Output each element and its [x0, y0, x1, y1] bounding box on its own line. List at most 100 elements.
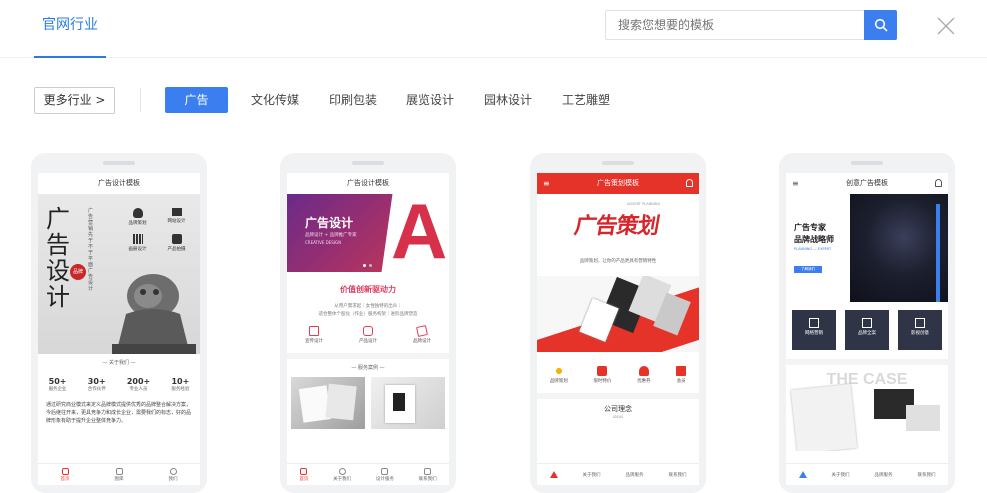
- headline: 价值创新驱动力: [340, 285, 396, 294]
- carousel-dot: [369, 264, 372, 267]
- stats-row: 50+ 服务企业 30+ 合作伙伴 200+ 专业人员 10+ 服务经验: [38, 377, 200, 392]
- nav-about[interactable]: 关于我们: [333, 467, 351, 482]
- chip-culture-media[interactable]: 文化传媒: [244, 87, 306, 113]
- template-card-2[interactable]: 广告设计模板 广告设计 品牌设计 + 品牌推广专家 CREATIVE DESIG…: [280, 153, 456, 493]
- feature-tile[interactable]: 品牌全案: [845, 310, 889, 350]
- phone-speaker: [352, 161, 384, 165]
- chip-garden-design[interactable]: 园林设计: [477, 87, 539, 113]
- hero: 广告专家 品牌战略师 PLANNING — EXPERT 了解我们: [786, 194, 948, 302]
- hero-caption: 广告营销先于不于平面广告设计: [88, 208, 94, 292]
- chip-exhibition-design[interactable]: 展览设计: [399, 87, 461, 113]
- case-heading: THE CASE: [826, 371, 908, 388]
- section-title: 公司理念: [604, 405, 632, 413]
- template-title: 广告设计模板: [347, 179, 389, 187]
- menu-icon[interactable]: ≡: [792, 173, 799, 194]
- template-card-3[interactable]: ≡ 广告策划模板 广告策划 ADVERT PLANNING 品牌策划，让你的产品…: [530, 153, 706, 493]
- template-card-1[interactable]: 广告设计模板 广告设计 品牌 广告营销先于不于平面广告设计 品牌策划 网站设计 …: [31, 153, 207, 493]
- service-item[interactable]: 品牌设计: [413, 325, 431, 344]
- case-section: THE CASE: [786, 365, 948, 451]
- accent-bar: [936, 204, 940, 302]
- nav-contact[interactable]: 联系我们: [419, 467, 437, 482]
- nav-about[interactable]: 我们: [169, 467, 178, 482]
- user-icon[interactable]: [935, 179, 942, 187]
- top-bar: 官网行业: [0, 0, 987, 58]
- hero-subtitle: 品牌策划，让你的产品更具有营销特性: [579, 259, 657, 264]
- banner-subtitle-en: CREATIVE DESIGN: [305, 240, 342, 245]
- template-preview: 广告设计模板 广告设计 品牌设计 + 品牌推广专家 CREATIVE DESIG…: [287, 173, 449, 485]
- template-card-4[interactable]: ≡ 创意广告模板 广告专家 品牌战略师 PLANNING — EXPERT 了解…: [779, 153, 955, 493]
- tab-official-industry[interactable]: 官网行业: [34, 14, 106, 58]
- hero: 广告策划 ADVERT PLANNING 品牌策划，让你的产品更具有营销特性: [537, 194, 699, 276]
- menu-icon[interactable]: ≡: [543, 173, 550, 194]
- phone-speaker: [103, 161, 135, 165]
- feature-tile[interactable]: 网络营销: [792, 310, 836, 350]
- service-item[interactable]: 产品设计: [359, 326, 377, 344]
- search-input[interactable]: [606, 11, 864, 39]
- hero-title: 品牌战略师: [794, 235, 834, 244]
- template-preview: 广告设计模板 广告设计 品牌 广告营销先于不于平面广告设计 品牌策划 网站设计 …: [38, 173, 200, 485]
- close-icon[interactable]: [936, 16, 956, 36]
- nav-home[interactable]: 首页: [299, 467, 308, 482]
- feature-tile[interactable]: 影视创意: [898, 310, 942, 350]
- user-icon[interactable]: [686, 179, 693, 187]
- search-icon: [874, 18, 887, 32]
- chip-advertising[interactable]: 广告: [165, 87, 228, 113]
- icon-limited-offer[interactable]: 限时特价: [593, 366, 611, 384]
- home-icon[interactable]: [549, 471, 558, 478]
- hero-icon-grid: 品牌策划 网站设计 画册设计 产品拍摄: [118, 208, 196, 252]
- carousel-dot: [363, 264, 366, 267]
- more-industries-button[interactable]: 更多行业 >: [34, 87, 115, 114]
- phone-speaker: [602, 161, 634, 165]
- case-image: [790, 384, 858, 451]
- icon-coupon[interactable]: 优惠券: [637, 366, 651, 384]
- divider: [140, 88, 141, 112]
- nav-brand-service[interactable]: 品牌服务: [626, 472, 644, 478]
- banner: 广告设计 品牌设计 + 品牌推广专家 CREATIVE DESIGN A: [287, 194, 449, 272]
- template-title: ≡ 创意广告模板: [786, 173, 948, 194]
- icon-member[interactable]: 会员: [676, 366, 687, 384]
- nav-contact[interactable]: 联系我们: [669, 472, 687, 478]
- nav-about[interactable]: 关于我们: [583, 472, 601, 478]
- hero-title: 广告专家: [794, 223, 826, 232]
- home-icon[interactable]: [798, 471, 807, 478]
- icon-web-design: 网站设计: [157, 208, 196, 226]
- nav-contact[interactable]: 联系我们: [918, 472, 936, 478]
- icon-brochure-design: 画册设计: [118, 234, 157, 252]
- case-image: [371, 377, 445, 429]
- case-label: — 服务案例 —: [351, 365, 385, 371]
- nav-brand-service[interactable]: 品牌服务: [875, 472, 893, 478]
- hero-image: 广告设计 品牌 广告营销先于不于平面广告设计 品牌策划 网站设计 画册设计 产品…: [38, 194, 200, 354]
- case-image: [291, 377, 365, 429]
- lion-statue-image: [112, 274, 196, 354]
- service-item[interactable]: 宣传设计: [305, 326, 323, 344]
- hero-portrait: [850, 194, 948, 302]
- learn-more-button[interactable]: 了解我们: [794, 266, 822, 273]
- chip-print-packaging[interactable]: 印刷包装: [322, 87, 384, 113]
- section-gap: [287, 353, 449, 359]
- bottom-nav: 关于我们 品牌服务 联系我们: [537, 463, 699, 485]
- section-subtitle: IDEAS: [612, 415, 624, 419]
- icon-brand-planning[interactable]: 品牌策划: [550, 366, 568, 384]
- hero-en: ADVERT PLANNING: [627, 202, 661, 206]
- phone-speaker: [851, 161, 883, 165]
- icon-camera: 产品拍摄: [157, 234, 196, 252]
- banner-letter: A: [391, 194, 448, 272]
- case-gallery: [291, 377, 445, 429]
- stat: 50+ 服务企业: [48, 377, 67, 392]
- nav-design-service[interactable]: 设计服务: [376, 467, 394, 482]
- template-preview: ≡ 广告策划模板 广告策划 ADVERT PLANNING 品牌策划，让你的产品…: [537, 173, 699, 485]
- hero-en: PLANNING — EXPERT: [794, 247, 832, 251]
- stat: 200+ 专业人员: [126, 377, 151, 392]
- search-button[interactable]: [864, 10, 897, 40]
- template-preview: ≡ 创意广告模板 广告专家 品牌战略师 PLANNING — EXPERT 了解…: [786, 173, 948, 485]
- section-gap: [537, 393, 699, 399]
- nav-gallery[interactable]: 图库: [115, 467, 124, 482]
- case-image: [906, 405, 940, 431]
- chip-craft-sculpture[interactable]: 工艺雕塑: [555, 87, 617, 113]
- icon-brand-planning: 品牌策划: [118, 208, 157, 226]
- nav-home[interactable]: 首页: [61, 467, 70, 482]
- banner-subtitle: 品牌设计 + 品牌推广专家: [305, 233, 357, 238]
- hero-calligraphy: 广告策划: [572, 213, 661, 239]
- nav-about[interactable]: 关于我们: [832, 472, 850, 478]
- stat: 30+ 合作伙伴: [87, 377, 106, 392]
